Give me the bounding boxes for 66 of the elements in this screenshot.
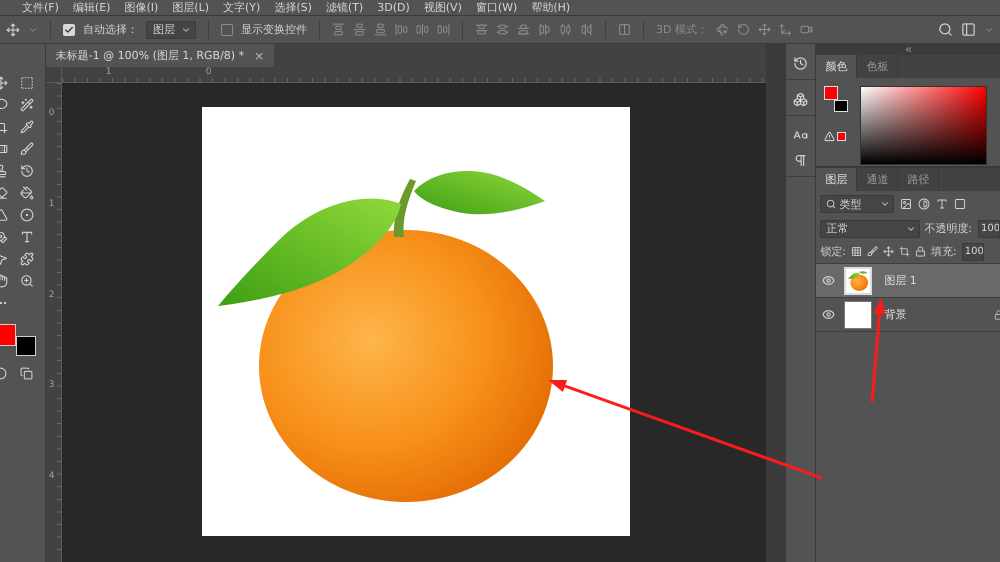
collapse-icon[interactable] [904, 45, 913, 54]
fill-label: 填充: [931, 244, 957, 259]
layer-name: 背景 [884, 307, 908, 322]
layer-row[interactable]: 图层 1 [816, 264, 1000, 298]
layer-thumbnail [844, 300, 872, 328]
ruler-number: 0 [204, 67, 212, 79]
fill-field[interactable]: 100 [962, 242, 984, 260]
shape-filter-icon[interactable] [954, 198, 966, 210]
layer-row[interactable]: 背景 [816, 298, 1000, 332]
lock-label: 锁定: [820, 244, 846, 259]
lock-all-icon[interactable] [915, 246, 926, 257]
auto-select-label: 自动选择： [83, 22, 138, 37]
ruler-number: 1 [104, 67, 112, 79]
scroll-bar[interactable] [766, 44, 784, 562]
ruler-number: 0 [48, 108, 56, 120]
ruler-number: 2 [48, 290, 56, 302]
menu-item[interactable]: 视图(V) [424, 0, 462, 15]
lock-position-icon[interactable] [883, 246, 894, 257]
gamut-swatch[interactable] [837, 132, 846, 141]
adjustment-filter-icon[interactable] [918, 198, 930, 210]
move-icon[interactable] [6, 22, 20, 36]
search-icon[interactable] [938, 22, 953, 37]
background-color-swatch[interactable] [834, 100, 848, 112]
ruler-number: 3 [48, 380, 56, 392]
type-filter-icon[interactable] [936, 198, 948, 210]
menu-item[interactable]: 图层(L) [172, 0, 210, 15]
layer-name: 图层 1 [884, 273, 918, 288]
menu-item[interactable]: 帮助(H) [531, 0, 570, 15]
opacity-label: 不透明度: [924, 221, 972, 236]
auto-select-checkbox[interactable] [63, 24, 75, 36]
ruler-number: 4 [48, 471, 56, 484]
layer-filter-dropdown[interactable]: 类型 [820, 195, 894, 213]
blend-mode-dropdown[interactable]: 正常 [820, 220, 920, 238]
foreground-color-swatch[interactable] [824, 86, 838, 100]
panel-tab[interactable]: 图层 [816, 168, 858, 191]
menu-item[interactable]: 文字(Y) [223, 0, 260, 15]
close-icon[interactable]: × [254, 48, 264, 62]
foreground-color-swatch[interactable] [0, 324, 16, 346]
auto-select-dropdown[interactable]: 图层 [146, 20, 196, 38]
panel-tab[interactable]: 颜色 [816, 55, 858, 78]
transform-controls-checkbox[interactable] [221, 24, 233, 36]
menu-item[interactable]: 3D(D) [377, 1, 410, 14]
menu-item[interactable]: 滤镜(T) [326, 0, 364, 15]
menu-item[interactable]: 图像(I) [124, 0, 158, 15]
lock-artboard-icon[interactable] [899, 246, 910, 257]
search-icon [826, 199, 836, 209]
transform-controls-label: 显示变换控件 [241, 22, 307, 37]
menu-item[interactable]: 窗口(W) [476, 0, 518, 15]
opacity-field[interactable]: 100 [978, 220, 1000, 238]
lock-pixels-icon[interactable] [851, 246, 862, 257]
ruler-number: 1 [48, 198, 56, 211]
document-tab[interactable]: 未标题-1 @ 100% (图层 1, RGB/8) * × [46, 44, 274, 67]
menu-item[interactable]: 选择(S) [274, 0, 312, 15]
image-filter-icon[interactable] [900, 198, 912, 210]
menu-item[interactable]: 编辑(E) [72, 0, 110, 15]
warning-icon [824, 131, 836, 142]
workspace-icon[interactable] [961, 22, 976, 37]
properties-panel-icon[interactable] [792, 92, 808, 107]
3d-mode-label: 3D 模式： [656, 22, 708, 37]
lock-paint-icon[interactable] [867, 246, 878, 257]
color-picker-field[interactable] [860, 86, 988, 165]
paragraph-panel-icon[interactable] [792, 153, 808, 168]
history-panel-icon[interactable] [792, 56, 808, 71]
background-color-swatch[interactable] [16, 336, 36, 356]
fruit-thumbnail-drawing [848, 270, 868, 290]
menu-item[interactable]: 文件(F) [22, 0, 59, 15]
